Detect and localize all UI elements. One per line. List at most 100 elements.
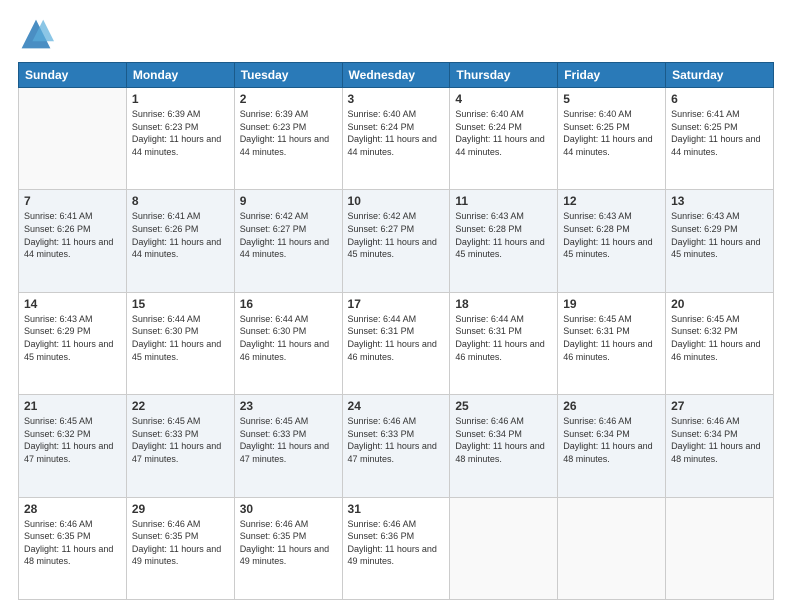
- sunrise-text: Sunrise: 6:40 AM: [563, 109, 632, 119]
- sunset-text: Sunset: 6:35 PM: [240, 531, 307, 541]
- sunrise-text: Sunrise: 6:46 AM: [24, 519, 93, 529]
- sunset-text: Sunset: 6:33 PM: [348, 429, 415, 439]
- cell-info: Sunrise: 6:42 AM Sunset: 6:27 PM Dayligh…: [348, 210, 445, 260]
- cell-info: Sunrise: 6:41 AM Sunset: 6:26 PM Dayligh…: [24, 210, 121, 260]
- cell-info: Sunrise: 6:46 AM Sunset: 6:33 PM Dayligh…: [348, 415, 445, 465]
- sunrise-text: Sunrise: 6:41 AM: [132, 211, 201, 221]
- sunset-text: Sunset: 6:34 PM: [671, 429, 738, 439]
- day-cell: 29 Sunrise: 6:46 AM Sunset: 6:35 PM Dayl…: [126, 497, 234, 599]
- sunrise-text: Sunrise: 6:40 AM: [455, 109, 524, 119]
- cell-info: Sunrise: 6:44 AM Sunset: 6:30 PM Dayligh…: [132, 313, 229, 363]
- day-cell: 8 Sunrise: 6:41 AM Sunset: 6:26 PM Dayli…: [126, 190, 234, 292]
- sunrise-text: Sunrise: 6:39 AM: [240, 109, 309, 119]
- sunset-text: Sunset: 6:30 PM: [240, 326, 307, 336]
- daylight-text: Daylight: 11 hours and 47 minutes.: [24, 441, 113, 464]
- day-cell: 2 Sunrise: 6:39 AM Sunset: 6:23 PM Dayli…: [234, 88, 342, 190]
- day-cell: 28 Sunrise: 6:46 AM Sunset: 6:35 PM Dayl…: [19, 497, 127, 599]
- sunset-text: Sunset: 6:24 PM: [455, 122, 522, 132]
- sunrise-text: Sunrise: 6:45 AM: [563, 314, 632, 324]
- daylight-text: Daylight: 11 hours and 46 minutes.: [671, 339, 760, 362]
- sunset-text: Sunset: 6:28 PM: [563, 224, 630, 234]
- cell-info: Sunrise: 6:44 AM Sunset: 6:31 PM Dayligh…: [455, 313, 552, 363]
- daylight-text: Daylight: 11 hours and 48 minutes.: [24, 544, 113, 567]
- cell-info: Sunrise: 6:43 AM Sunset: 6:28 PM Dayligh…: [455, 210, 552, 260]
- day-number: 15: [132, 297, 229, 311]
- day-cell: 18 Sunrise: 6:44 AM Sunset: 6:31 PM Dayl…: [450, 292, 558, 394]
- week-row-2: 14 Sunrise: 6:43 AM Sunset: 6:29 PM Dayl…: [19, 292, 774, 394]
- day-cell: 22 Sunrise: 6:45 AM Sunset: 6:33 PM Dayl…: [126, 395, 234, 497]
- daylight-text: Daylight: 11 hours and 45 minutes.: [563, 237, 652, 260]
- cell-info: Sunrise: 6:45 AM Sunset: 6:32 PM Dayligh…: [671, 313, 768, 363]
- cell-info: Sunrise: 6:43 AM Sunset: 6:29 PM Dayligh…: [24, 313, 121, 363]
- day-cell: 4 Sunrise: 6:40 AM Sunset: 6:24 PM Dayli…: [450, 88, 558, 190]
- day-cell: 1 Sunrise: 6:39 AM Sunset: 6:23 PM Dayli…: [126, 88, 234, 190]
- daylight-text: Daylight: 11 hours and 48 minutes.: [671, 441, 760, 464]
- sunset-text: Sunset: 6:35 PM: [24, 531, 91, 541]
- calendar-page: SundayMondayTuesdayWednesdayThursdayFrid…: [0, 0, 792, 612]
- cell-info: Sunrise: 6:40 AM Sunset: 6:25 PM Dayligh…: [563, 108, 660, 158]
- day-number: 5: [563, 92, 660, 106]
- cell-info: Sunrise: 6:39 AM Sunset: 6:23 PM Dayligh…: [240, 108, 337, 158]
- cell-info: Sunrise: 6:44 AM Sunset: 6:31 PM Dayligh…: [348, 313, 445, 363]
- sunset-text: Sunset: 6:24 PM: [348, 122, 415, 132]
- logo-icon: [18, 16, 54, 52]
- sunrise-text: Sunrise: 6:45 AM: [240, 416, 309, 426]
- day-number: 17: [348, 297, 445, 311]
- day-cell: 24 Sunrise: 6:46 AM Sunset: 6:33 PM Dayl…: [342, 395, 450, 497]
- day-number: 3: [348, 92, 445, 106]
- daylight-text: Daylight: 11 hours and 44 minutes.: [240, 134, 329, 157]
- sunrise-text: Sunrise: 6:41 AM: [671, 109, 740, 119]
- day-cell: 19 Sunrise: 6:45 AM Sunset: 6:31 PM Dayl…: [558, 292, 666, 394]
- sunrise-text: Sunrise: 6:43 AM: [563, 211, 632, 221]
- daylight-text: Daylight: 11 hours and 49 minutes.: [348, 544, 437, 567]
- week-row-1: 7 Sunrise: 6:41 AM Sunset: 6:26 PM Dayli…: [19, 190, 774, 292]
- day-number: 19: [563, 297, 660, 311]
- daylight-text: Daylight: 11 hours and 45 minutes.: [132, 339, 221, 362]
- sunset-text: Sunset: 6:35 PM: [132, 531, 199, 541]
- daylight-text: Daylight: 11 hours and 44 minutes.: [132, 134, 221, 157]
- sunrise-text: Sunrise: 6:45 AM: [132, 416, 201, 426]
- day-number: 25: [455, 399, 552, 413]
- day-cell: 5 Sunrise: 6:40 AM Sunset: 6:25 PM Dayli…: [558, 88, 666, 190]
- day-cell: 21 Sunrise: 6:45 AM Sunset: 6:32 PM Dayl…: [19, 395, 127, 497]
- daylight-text: Daylight: 11 hours and 44 minutes.: [132, 237, 221, 260]
- sunset-text: Sunset: 6:28 PM: [455, 224, 522, 234]
- daylight-text: Daylight: 11 hours and 46 minutes.: [348, 339, 437, 362]
- cell-info: Sunrise: 6:40 AM Sunset: 6:24 PM Dayligh…: [348, 108, 445, 158]
- day-number: 4: [455, 92, 552, 106]
- header: [18, 16, 774, 52]
- daylight-text: Daylight: 11 hours and 48 minutes.: [455, 441, 544, 464]
- sunrise-text: Sunrise: 6:42 AM: [240, 211, 309, 221]
- day-number: 24: [348, 399, 445, 413]
- daylight-text: Daylight: 11 hours and 49 minutes.: [240, 544, 329, 567]
- sunset-text: Sunset: 6:26 PM: [24, 224, 91, 234]
- daylight-text: Daylight: 11 hours and 44 minutes.: [455, 134, 544, 157]
- cell-info: Sunrise: 6:40 AM Sunset: 6:24 PM Dayligh…: [455, 108, 552, 158]
- sunset-text: Sunset: 6:31 PM: [455, 326, 522, 336]
- cell-info: Sunrise: 6:46 AM Sunset: 6:35 PM Dayligh…: [24, 518, 121, 568]
- day-number: 13: [671, 194, 768, 208]
- weekday-saturday: Saturday: [666, 63, 774, 88]
- daylight-text: Daylight: 11 hours and 44 minutes.: [563, 134, 652, 157]
- week-row-4: 28 Sunrise: 6:46 AM Sunset: 6:35 PM Dayl…: [19, 497, 774, 599]
- day-number: 11: [455, 194, 552, 208]
- sunset-text: Sunset: 6:23 PM: [132, 122, 199, 132]
- weekday-tuesday: Tuesday: [234, 63, 342, 88]
- sunrise-text: Sunrise: 6:41 AM: [24, 211, 93, 221]
- sunrise-text: Sunrise: 6:39 AM: [132, 109, 201, 119]
- day-cell: 30 Sunrise: 6:46 AM Sunset: 6:35 PM Dayl…: [234, 497, 342, 599]
- weekday-thursday: Thursday: [450, 63, 558, 88]
- sunset-text: Sunset: 6:34 PM: [455, 429, 522, 439]
- sunset-text: Sunset: 6:36 PM: [348, 531, 415, 541]
- week-row-3: 21 Sunrise: 6:45 AM Sunset: 6:32 PM Dayl…: [19, 395, 774, 497]
- daylight-text: Daylight: 11 hours and 46 minutes.: [240, 339, 329, 362]
- day-cell: 6 Sunrise: 6:41 AM Sunset: 6:25 PM Dayli…: [666, 88, 774, 190]
- daylight-text: Daylight: 11 hours and 45 minutes.: [671, 237, 760, 260]
- daylight-text: Daylight: 11 hours and 47 minutes.: [348, 441, 437, 464]
- day-number: 1: [132, 92, 229, 106]
- day-number: 27: [671, 399, 768, 413]
- cell-info: Sunrise: 6:46 AM Sunset: 6:34 PM Dayligh…: [563, 415, 660, 465]
- sunrise-text: Sunrise: 6:40 AM: [348, 109, 417, 119]
- daylight-text: Daylight: 11 hours and 44 minutes.: [240, 237, 329, 260]
- day-cell: [19, 88, 127, 190]
